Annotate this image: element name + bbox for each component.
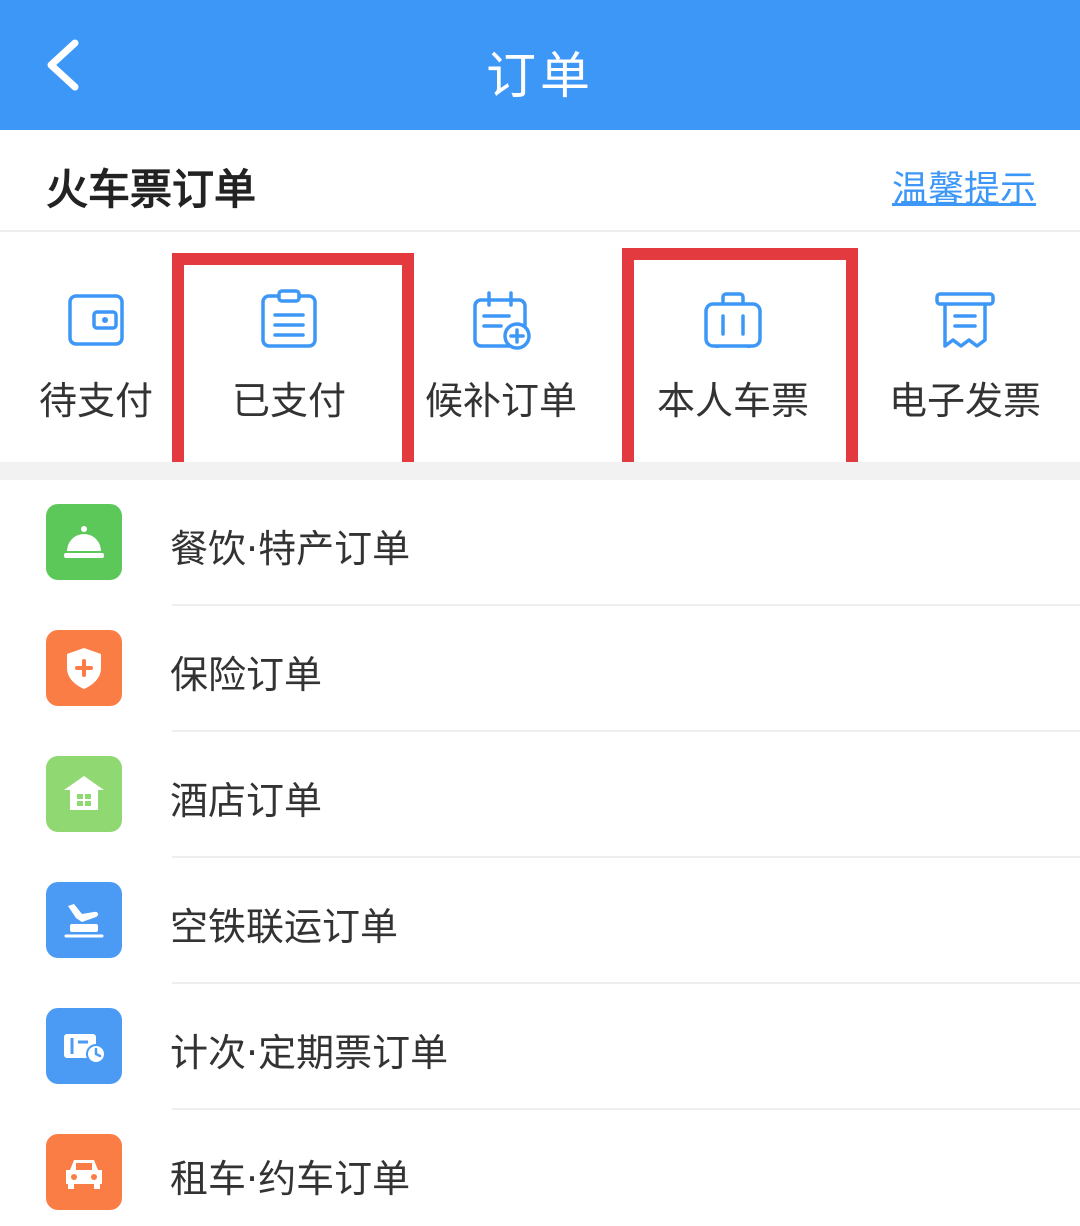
section-divider bbox=[0, 462, 1080, 480]
quick-actions: 待支付 已支付 候补订单 本人车票 电子发票 bbox=[0, 234, 1080, 477]
order-list: 餐饮·特产订单 保险订单 酒店订单 空铁联运订单 计次·定期票订单 租车·约车订… bbox=[0, 480, 1080, 1226]
quick-label: 待支付 bbox=[38, 379, 153, 423]
list-item-label: 计次·定期票订单 bbox=[170, 1031, 449, 1075]
quick-label: 本人车票 bbox=[656, 379, 809, 423]
quick-label: 已支付 bbox=[231, 379, 346, 423]
quick-label: 电子发票 bbox=[888, 379, 1041, 423]
list-item-air-rail-orders[interactable]: 空铁联运订单 bbox=[0, 858, 1080, 984]
suitcase-icon bbox=[704, 292, 762, 348]
list-item-label: 保险订单 bbox=[170, 653, 323, 697]
tips-link[interactable]: 温馨提示 bbox=[892, 160, 1036, 212]
list-item-hotel-orders[interactable]: 酒店订单 bbox=[0, 732, 1080, 858]
quick-e-invoice[interactable]: 电子发票 bbox=[886, 234, 1044, 462]
quick-my-tickets[interactable]: 本人车票 bbox=[654, 234, 812, 462]
clipboard-icon bbox=[261, 289, 317, 348]
app-header: 订单 bbox=[0, 0, 1080, 130]
list-item-label: 空铁联运订单 bbox=[170, 905, 399, 949]
section-title: 火车票订单 bbox=[46, 165, 257, 214]
receipt-icon bbox=[935, 292, 995, 348]
list-item-insurance-orders[interactable]: 保险订单 bbox=[0, 606, 1080, 732]
list-item-label: 租车·约车订单 bbox=[170, 1157, 411, 1201]
wallet-icon bbox=[68, 294, 124, 346]
page-title: 订单 bbox=[486, 47, 594, 105]
quick-pending-payment[interactable]: 待支付 bbox=[38, 234, 154, 462]
service-bell-icon bbox=[46, 504, 122, 580]
ticket-clock-icon bbox=[46, 1008, 122, 1084]
car-icon bbox=[46, 1134, 122, 1210]
section-header: 火车票订单 温馨提示 bbox=[0, 130, 1080, 232]
calendar-add-icon bbox=[473, 291, 531, 350]
list-item-car-rental-orders[interactable]: 租车·约车订单 bbox=[0, 1110, 1080, 1226]
quick-label: 候补订单 bbox=[424, 379, 577, 423]
plane-train-icon bbox=[46, 882, 122, 958]
hotel-icon bbox=[46, 756, 122, 832]
list-item-food-orders[interactable]: 餐饮·特产订单 bbox=[0, 480, 1080, 606]
quick-paid[interactable]: 已支付 bbox=[230, 234, 348, 462]
list-item-season-ticket-orders[interactable]: 计次·定期票订单 bbox=[0, 984, 1080, 1110]
list-item-label: 餐饮·特产订单 bbox=[170, 527, 411, 571]
shield-plus-icon bbox=[46, 630, 122, 706]
list-item-label: 酒店订单 bbox=[170, 779, 323, 823]
quick-waitlist-orders[interactable]: 候补订单 bbox=[422, 234, 580, 462]
